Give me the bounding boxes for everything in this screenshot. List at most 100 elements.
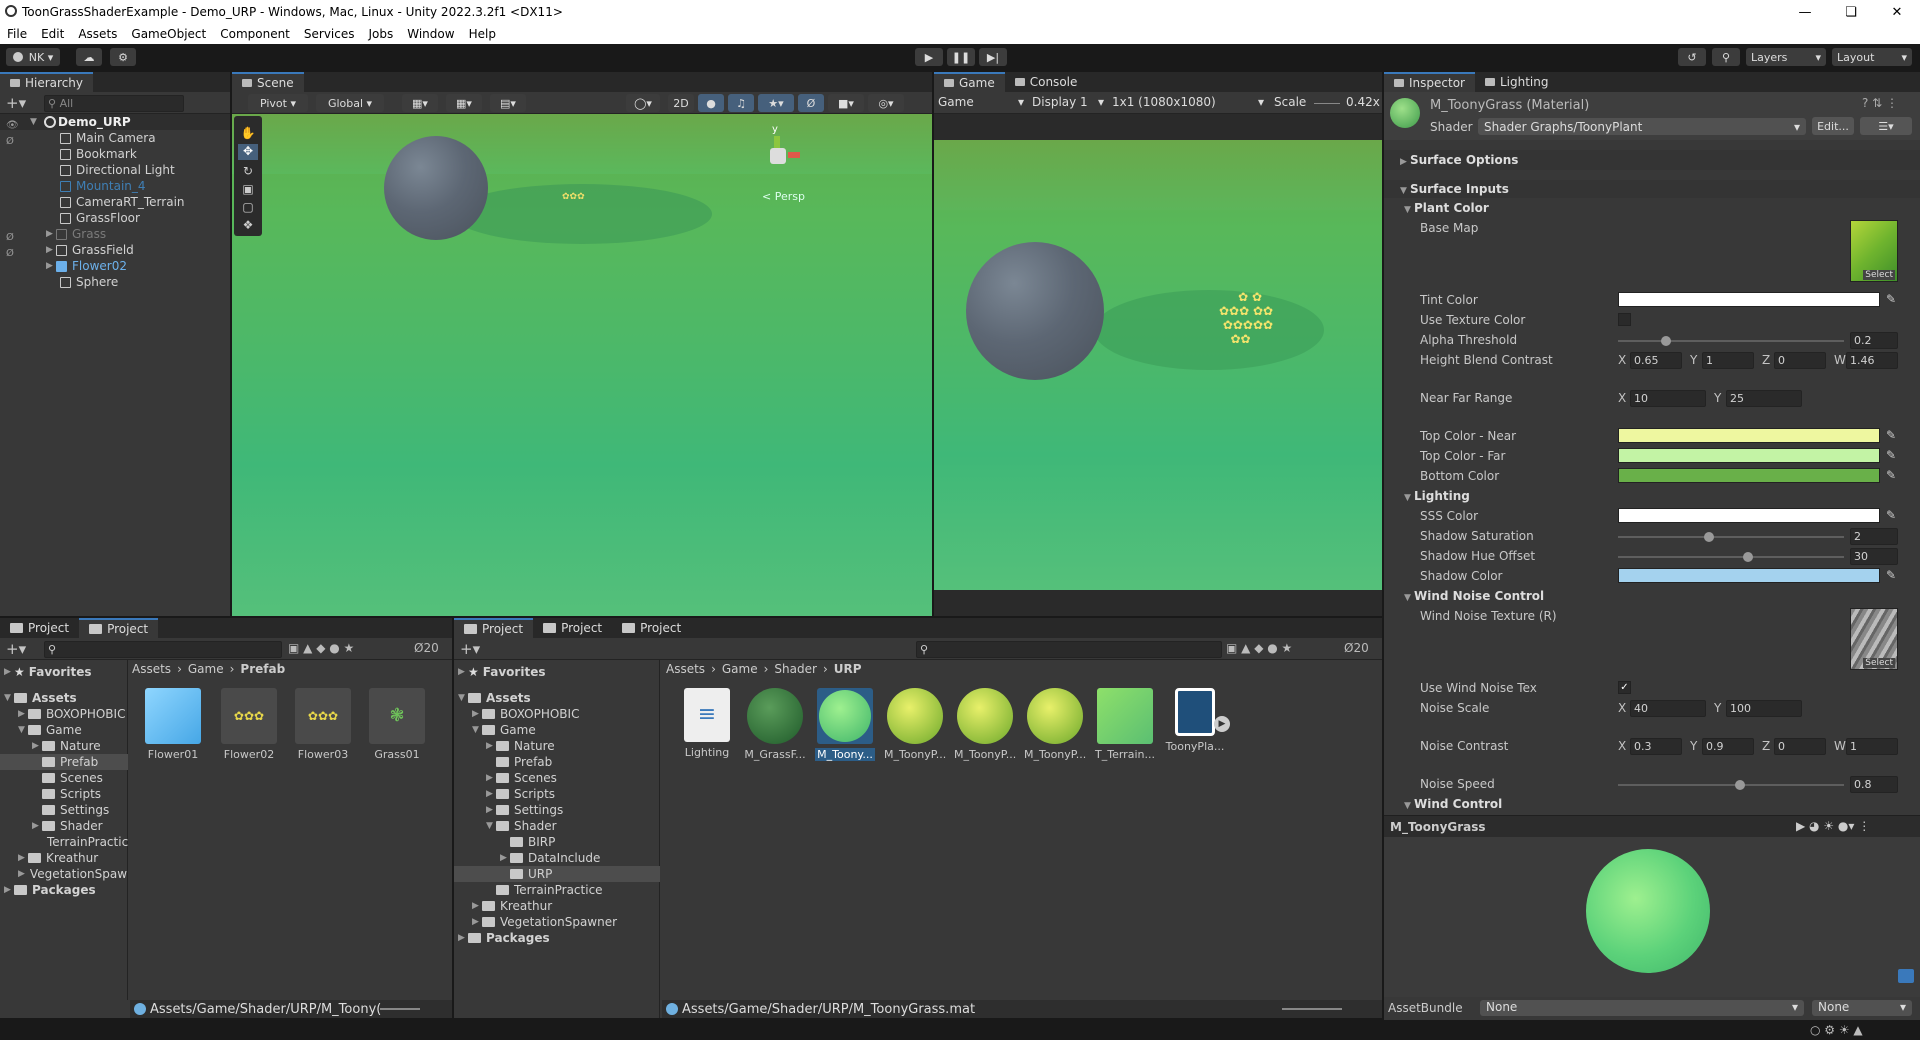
wind-noise-foldout[interactable]: ▼ Wind Noise Control bbox=[1404, 589, 1544, 603]
tab-project[interactable]: Project bbox=[0, 618, 80, 638]
align-icon[interactable]: ▤▾ bbox=[490, 94, 526, 112]
tree-item[interactable]: ▶VegetationSpawner bbox=[18, 866, 128, 882]
cloud-icon[interactable]: ☁ bbox=[76, 48, 102, 66]
menu-services[interactable]: Services bbox=[297, 27, 362, 41]
shader-dropdown[interactable]: Shader Graphs/ToonyPlant ▾ bbox=[1478, 118, 1806, 135]
step-button[interactable]: ▶| bbox=[979, 48, 1007, 66]
tab-scene[interactable]: Scene bbox=[232, 72, 304, 92]
project-search-input[interactable]: ⚲ bbox=[44, 641, 282, 658]
transform-tool-icon[interactable]: ❖ bbox=[238, 218, 258, 234]
height-blend-y[interactable]: 1 bbox=[1702, 352, 1754, 369]
shadow-color-swatch[interactable] bbox=[1618, 568, 1880, 583]
persp-label[interactable]: < Persp bbox=[762, 190, 805, 203]
tab-lighting[interactable]: Lighting bbox=[1474, 72, 1559, 92]
tab-project[interactable]: Project bbox=[533, 618, 613, 638]
alpha-threshold-field[interactable]: 0.2 bbox=[1850, 332, 1898, 349]
eyedropper-icon[interactable]: ✎ bbox=[1886, 428, 1896, 442]
noise-contrast-x[interactable]: 0.3 bbox=[1630, 738, 1682, 755]
sphere-object[interactable] bbox=[966, 242, 1104, 380]
tree-item[interactable]: ▶ Scenes bbox=[486, 770, 557, 786]
shadow-saturation-field[interactable]: 2 bbox=[1850, 528, 1898, 545]
hierarchy-item[interactable]: ▶ Grass bbox=[46, 226, 106, 242]
favorites-item[interactable]: ▶ ★ Favorites bbox=[458, 664, 545, 680]
hidden-toggle-icon[interactable]: Ø bbox=[798, 94, 824, 112]
tree-item[interactable]: ▼ Game bbox=[18, 722, 82, 738]
asset-item[interactable]: ❃ Grass01 bbox=[366, 688, 428, 761]
top-color-far-swatch[interactable] bbox=[1618, 448, 1880, 463]
tree-item[interactable]: ▼ Shader bbox=[486, 818, 557, 834]
hierarchy-item[interactable]: GrassFloor bbox=[60, 210, 140, 226]
expand-arrow-icon[interactable]: ▶ bbox=[1214, 716, 1230, 732]
game-mode-dropdown[interactable]: Game ▾ bbox=[938, 95, 1024, 109]
maximize-icon[interactable]: ❏ bbox=[1828, 0, 1874, 24]
hierarchy-item[interactable]: Main Camera bbox=[60, 130, 156, 146]
tree-item[interactable]: Scenes bbox=[42, 770, 103, 786]
hierarchy-item[interactable]: CameraRT_Terrain bbox=[60, 194, 185, 210]
2d-toggle[interactable]: 2D bbox=[668, 94, 694, 112]
height-blend-x[interactable]: 0.65 bbox=[1630, 352, 1682, 369]
eyedropper-icon[interactable]: ✎ bbox=[1886, 448, 1896, 462]
tab-game[interactable]: Game bbox=[934, 72, 1005, 92]
use-texture-color-checkbox[interactable] bbox=[1618, 313, 1631, 326]
effects-icon[interactable]: ★▾ bbox=[758, 94, 794, 112]
use-wind-noise-checkbox[interactable]: ✓ bbox=[1618, 681, 1631, 694]
scene-root[interactable]: ▼ Demo_URP bbox=[30, 114, 131, 130]
tree-item[interactable]: TerrainPractice bbox=[42, 834, 128, 850]
rect-tool-icon[interactable]: ▢ bbox=[238, 200, 258, 216]
height-blend-z[interactable]: 0 bbox=[1774, 352, 1826, 369]
eyedropper-icon[interactable]: ✎ bbox=[1886, 508, 1896, 522]
add-icon[interactable]: +▾ bbox=[6, 640, 26, 658]
preview-controls[interactable]: ▶ ◕ ☀ ●▾ ⋮ bbox=[1796, 819, 1870, 833]
noise-speed-slider[interactable] bbox=[1618, 780, 1844, 790]
wind-control-foldout[interactable]: ▼ Wind Control bbox=[1404, 797, 1502, 811]
plant-color-foldout[interactable]: ▼ Plant Color bbox=[1404, 201, 1489, 215]
zoom-slider[interactable] bbox=[1282, 1008, 1342, 1010]
shader-options-button[interactable]: ☰▾ bbox=[1860, 117, 1912, 135]
gizmos-icon[interactable]: ◎▾ bbox=[868, 94, 904, 112]
menu-edit[interactable]: Edit bbox=[34, 27, 71, 41]
tree-item[interactable]: ▼ Game bbox=[472, 722, 536, 738]
minimize-icon[interactable]: — bbox=[1782, 0, 1828, 24]
add-icon[interactable]: +▾ bbox=[6, 94, 26, 112]
eyedropper-icon[interactable]: ✎ bbox=[1886, 468, 1896, 482]
hierarchy-item[interactable]: ▶ Flower02 bbox=[46, 258, 127, 274]
project-search-input[interactable]: ⚲ bbox=[916, 641, 1222, 658]
tree-item[interactable]: ▶ Nature bbox=[486, 738, 555, 754]
sss-color-swatch[interactable] bbox=[1618, 508, 1880, 523]
tab-project[interactable]: Project bbox=[454, 618, 534, 638]
height-blend-w[interactable]: 1.46 bbox=[1846, 352, 1898, 369]
shadow-saturation-slider[interactable] bbox=[1618, 532, 1844, 542]
tab-hierarchy[interactable]: Hierarchy bbox=[0, 72, 94, 92]
account-button[interactable]: NK ▾ bbox=[6, 48, 60, 66]
menu-component[interactable]: Component bbox=[213, 27, 297, 41]
asset-item[interactable]: M_ToonyP... bbox=[884, 688, 946, 761]
edit-shader-button[interactable]: Edit... bbox=[1812, 117, 1854, 135]
scale-tool-icon[interactable]: ▣ bbox=[238, 182, 258, 198]
status-icons[interactable]: ○ ⚙ ☀ ▲ bbox=[1810, 1023, 1863, 1037]
scene-viewport[interactable]: ✿✿✿ y < Persp bbox=[232, 114, 932, 616]
shadow-hue-slider[interactable] bbox=[1618, 552, 1844, 562]
tab-inspector[interactable]: Inspector bbox=[1384, 72, 1475, 92]
favorites-item[interactable]: ▶ ★ Favorites bbox=[4, 664, 91, 680]
asset-item[interactable]: ✿✿✿ Flower03 bbox=[292, 688, 354, 761]
layout-dropdown[interactable]: Layout ▾ bbox=[1832, 48, 1912, 66]
tree-item[interactable]: ▶ Kreathur bbox=[472, 898, 552, 914]
tree-item[interactable]: TerrainPractice bbox=[496, 882, 603, 898]
tree-item[interactable]: URP bbox=[510, 866, 552, 882]
menu-window[interactable]: Window bbox=[400, 27, 461, 41]
hierarchy-item[interactable]: Sphere bbox=[60, 274, 118, 290]
assetbundle-dropdown[interactable]: None ▾ bbox=[1480, 1000, 1804, 1016]
tree-item[interactable]: Scripts bbox=[42, 786, 101, 802]
noise-scale-y[interactable]: 100 bbox=[1726, 700, 1802, 717]
hierarchy-item[interactable]: Bookmark bbox=[60, 146, 137, 162]
menu-help[interactable]: Help bbox=[462, 27, 503, 41]
menu-gameobject[interactable]: GameObject bbox=[124, 27, 213, 41]
noise-speed-field[interactable]: 0.8 bbox=[1850, 776, 1898, 793]
assetbundle-variant-dropdown[interactable]: None ▾ bbox=[1812, 1000, 1912, 1016]
assets-item[interactable]: ▼ Assets bbox=[4, 690, 77, 706]
tree-item[interactable]: ▶ BOXOPHOBIC bbox=[472, 706, 579, 722]
tree-item[interactable]: ▶ Scripts bbox=[486, 786, 555, 802]
top-color-near-swatch[interactable] bbox=[1618, 428, 1880, 443]
search-icon[interactable]: ⚲ bbox=[1712, 48, 1740, 66]
collab-icon[interactable]: ⚙ bbox=[110, 48, 136, 66]
